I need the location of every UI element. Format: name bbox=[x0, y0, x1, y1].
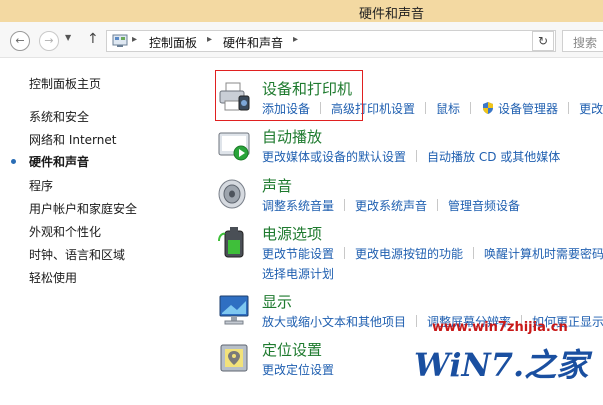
link-divider bbox=[470, 102, 472, 114]
link-manage-audio-devices[interactable]: 管理音频设备 bbox=[448, 197, 520, 214]
category-title-autoplay[interactable]: 自动播放 bbox=[262, 126, 322, 147]
link-divider bbox=[344, 199, 346, 211]
sidebar-item-hardware-sound[interactable]: 硬件和声音 bbox=[29, 153, 89, 170]
link-adjust-volume[interactable]: 调整系统音量 bbox=[262, 197, 334, 214]
autoplay-icon[interactable] bbox=[217, 128, 251, 162]
sidebar-home-link[interactable]: 控制面板主页 bbox=[29, 75, 101, 92]
link-divider bbox=[437, 199, 439, 211]
link-divider bbox=[416, 150, 418, 162]
category-title-location-settings[interactable]: 定位设置 bbox=[262, 339, 322, 360]
sidebar-item-network[interactable]: 网络和 Internet bbox=[29, 131, 116, 148]
breadcrumb-control-panel[interactable]: 控制面板 bbox=[149, 34, 197, 51]
breadcrumb-hardware-sound[interactable]: 硬件和声音 bbox=[223, 34, 283, 51]
sidebar: 控制面板主页 系统和安全 网络和 Internet 硬件和声音 程序 用户帐户和… bbox=[0, 58, 200, 405]
category-title-power-options[interactable]: 电源选项 bbox=[262, 223, 322, 244]
sidebar-item-system-security[interactable]: 系统和安全 bbox=[29, 108, 89, 125]
link-divider bbox=[568, 102, 570, 114]
sidebar-item-programs[interactable]: 程序 bbox=[29, 177, 53, 194]
window-title: 硬件和声音 bbox=[358, 7, 424, 22]
link-power-button-function[interactable]: 更改电源按钮的功能 bbox=[355, 245, 463, 262]
link-change-sounds[interactable]: 更改系统声音 bbox=[355, 197, 427, 214]
link-change-truncated[interactable]: 更改 bbox=[579, 100, 603, 117]
link-divider bbox=[344, 247, 346, 259]
active-bullet-icon bbox=[11, 159, 16, 164]
title-bar: 硬件和声音 bbox=[0, 0, 603, 22]
link-require-password-wake[interactable]: 唤醒计算机时需要密码 bbox=[484, 245, 603, 262]
watermark: www.win7zhijia.cn WiN7.之家 bbox=[412, 318, 603, 405]
up-arrow-icon[interactable]: ↑ bbox=[87, 31, 99, 47]
control-panel-icon bbox=[112, 34, 128, 47]
address-bar: ← → ▼ ↑ ▸ 控制面板 ▸ 硬件和声音 ▸ ↻ 搜索 bbox=[0, 22, 603, 58]
breadcrumb-separator-icon[interactable]: ▸ bbox=[132, 34, 137, 45]
search-input[interactable]: 搜索 bbox=[562, 30, 603, 52]
category-title-sound[interactable]: 声音 bbox=[262, 175, 292, 196]
back-button[interactable]: ← bbox=[10, 31, 30, 51]
red-highlight-box bbox=[215, 70, 363, 121]
address-box[interactable]: ▸ 控制面板 ▸ 硬件和声音 ▸ bbox=[106, 30, 556, 52]
link-change-media-defaults[interactable]: 更改媒体或设备的默认设置 bbox=[262, 148, 406, 165]
watermark-logo: WiN7.之家 bbox=[414, 346, 589, 384]
category-title-display[interactable]: 显示 bbox=[262, 291, 292, 312]
sidebar-item-clock-region[interactable]: 时钟、语言和区域 bbox=[29, 246, 125, 263]
speaker-icon[interactable] bbox=[217, 177, 251, 211]
link-autoplay-cd[interactable]: 自动播放 CD 或其他媒体 bbox=[427, 148, 560, 165]
forward-button[interactable]: → bbox=[39, 31, 59, 51]
battery-icon[interactable] bbox=[217, 225, 251, 259]
location-icon[interactable] bbox=[217, 341, 251, 375]
refresh-button[interactable]: ↻ bbox=[532, 31, 554, 51]
recent-pages-chevron-icon[interactable]: ▼ bbox=[65, 33, 71, 42]
sidebar-item-user-accounts[interactable]: 用户帐户和家庭安全 bbox=[29, 200, 137, 217]
sidebar-item-appearance[interactable]: 外观和个性化 bbox=[29, 223, 101, 240]
link-mouse[interactable]: 鼠标 bbox=[436, 100, 460, 117]
link-device-manager[interactable]: 设备管理器 bbox=[498, 100, 558, 117]
display-icon[interactable] bbox=[217, 293, 251, 327]
link-power-saving-settings[interactable]: 更改节能设置 bbox=[262, 245, 334, 262]
breadcrumb-separator-icon[interactable]: ▸ bbox=[293, 34, 298, 45]
link-choose-power-plan[interactable]: 选择电源计划 bbox=[262, 265, 334, 282]
link-divider bbox=[425, 102, 427, 114]
link-change-location-settings[interactable]: 更改定位设置 bbox=[262, 361, 334, 378]
breadcrumb-separator-icon[interactable]: ▸ bbox=[207, 34, 212, 45]
link-divider bbox=[473, 247, 475, 259]
sidebar-item-ease-of-access[interactable]: 轻松使用 bbox=[29, 269, 77, 286]
watermark-url: www.win7zhijia.cn bbox=[432, 320, 568, 335]
link-text-size[interactable]: 放大或缩小文本和其他项目 bbox=[262, 313, 406, 330]
uac-shield-icon bbox=[483, 102, 494, 114]
